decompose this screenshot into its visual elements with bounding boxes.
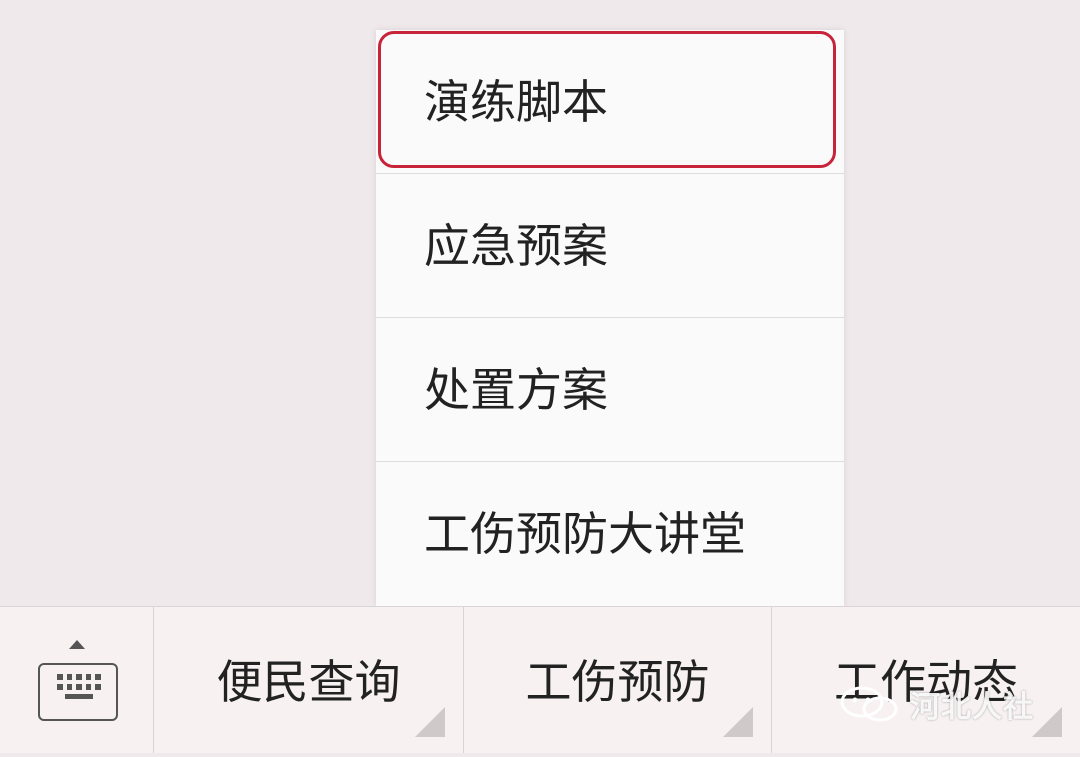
menu-item-drill-script[interactable]: 演练脚本 [376, 30, 844, 174]
caret-up-icon [69, 640, 85, 649]
watermark-text: 河北人社 [910, 690, 1034, 725]
submenu-corner-icon [723, 707, 753, 737]
menu-item-label: 演练脚本 [424, 75, 608, 129]
keyboard-toggle-button[interactable] [0, 607, 154, 753]
menu-item-label: 工伤预防大讲堂 [424, 507, 746, 561]
menu-button-convenience-query[interactable]: 便民查询 [154, 607, 464, 753]
menu-item-injury-prevention-lecture[interactable]: 工伤预防大讲堂 [376, 462, 844, 606]
submenu-corner-icon [1032, 707, 1062, 737]
watermark: 河北人社 [838, 684, 1034, 725]
menu-item-emergency-plan[interactable]: 应急预案 [376, 174, 844, 318]
menu-button-injury-prevention[interactable]: 工伤预防 [464, 607, 772, 753]
keyboard-icon [38, 663, 118, 721]
bottom-menu-bar: 便民查询 工伤预防 工作动态 [0, 606, 1080, 753]
menu-item-label: 应急预案 [424, 219, 608, 273]
menu-item-disposal-plan[interactable]: 处置方案 [376, 318, 844, 462]
menu-button-work-news[interactable]: 工作动态 [772, 607, 1080, 753]
wechat-icon [840, 686, 898, 722]
submenu-corner-icon [415, 707, 445, 737]
menu-item-label: 处置方案 [424, 363, 608, 417]
popup-submenu: 演练脚本 应急预案 处置方案 工伤预防大讲堂 [376, 30, 844, 606]
